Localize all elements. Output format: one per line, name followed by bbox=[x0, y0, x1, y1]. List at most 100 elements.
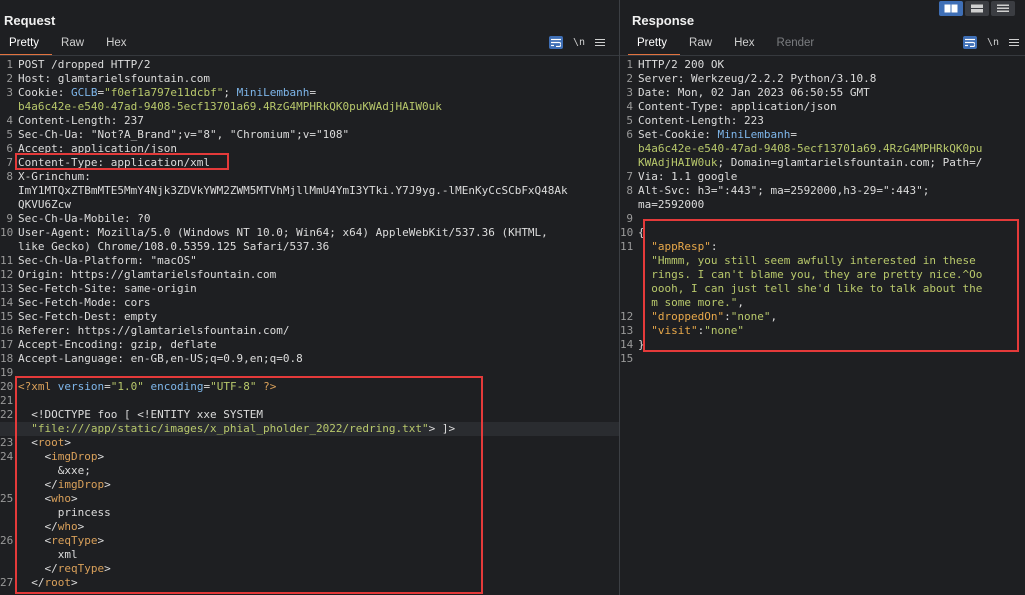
line-text: Origin: https://glamtarielsfountain.com bbox=[18, 268, 619, 282]
line-number bbox=[620, 142, 638, 156]
line-number bbox=[0, 184, 18, 198]
tab-pretty[interactable]: Pretty bbox=[0, 34, 53, 56]
token: Set-Cookie: bbox=[638, 128, 718, 141]
code-line: 5 Content-Length: 223 bbox=[620, 114, 1025, 128]
code-line: 13 Sec-Fetch-Site: same-origin bbox=[0, 282, 619, 296]
code-line: 3 Date: Mon, 02 Jan 2023 06:50:55 GMT bbox=[620, 86, 1025, 100]
line-text: QKVU6Zcw bbox=[18, 198, 619, 212]
token: Alt-Svc: h3=":443"; ma=2592000,h3-29=":4… bbox=[638, 184, 930, 197]
line-text: HTTP/2 200 OK bbox=[638, 58, 1025, 72]
word-wrap-icon[interactable] bbox=[962, 36, 977, 49]
token: = bbox=[309, 86, 317, 99]
line-text: Referer: https://glamtarielsfountain.com… bbox=[18, 324, 619, 338]
hamburger-menu-icon[interactable] bbox=[595, 37, 605, 48]
token: Content-Type: application/json bbox=[638, 100, 837, 113]
tab-pretty[interactable]: Pretty bbox=[628, 34, 681, 56]
token: Accept-Language: en-GB,en-US;q=0.9,en;q=… bbox=[18, 352, 303, 365]
token: POST /dropped HTTP/2 bbox=[18, 58, 151, 71]
code-line: 15 bbox=[620, 352, 1025, 366]
token: ; bbox=[223, 86, 237, 99]
request-title: Request bbox=[4, 13, 56, 28]
token: Sec-Fetch-Site: same-origin bbox=[18, 282, 197, 295]
token: User-Agent: Mozilla/5.0 (Windows NT 10.0… bbox=[18, 226, 548, 239]
code-line: 4 Content-Type: application/json bbox=[620, 100, 1025, 114]
token: = bbox=[790, 128, 797, 141]
code-line: 12 Origin: https://glamtarielsfountain.co… bbox=[0, 268, 619, 282]
token: b4a6c42e-e540-47ad-9408-5ecf13701a69.4Rz… bbox=[18, 100, 442, 113]
line-text: KWAdjHAIW0uk; Domain=glamtarielsfountain… bbox=[638, 156, 1025, 170]
line-number: 2 bbox=[6, 72, 13, 85]
xml-body-highlight bbox=[15, 376, 483, 594]
newline-toggle[interactable]: \n bbox=[573, 37, 585, 48]
line-number: 5 bbox=[626, 114, 633, 127]
line-number: 15 bbox=[0, 310, 14, 323]
tab-render[interactable]: Render bbox=[768, 34, 828, 55]
code-line: 8 Alt-Svc: h3=":443"; ma=2592000,h3-29=":… bbox=[620, 184, 1025, 198]
line-text: Sec-Fetch-Mode: cors bbox=[18, 296, 619, 310]
line-text: Alt-Svc: h3=":443"; ma=2592000,h3-29=":4… bbox=[638, 184, 1025, 198]
line-number bbox=[0, 198, 18, 212]
line-text: POST /dropped HTTP/2 bbox=[18, 58, 619, 72]
line-number: 13 bbox=[620, 324, 634, 337]
json-body-highlight bbox=[643, 219, 1019, 352]
token: Host: glamtarielsfountain.com bbox=[18, 72, 211, 85]
line-text: Accept-Encoding: gzip, deflate bbox=[18, 338, 619, 352]
code-line: 4 Content-Length: 237 bbox=[0, 114, 619, 128]
line-number bbox=[620, 156, 638, 170]
code-line: 7 Via: 1.1 google bbox=[620, 170, 1025, 184]
line-number: 3 bbox=[626, 86, 633, 99]
tab-hex[interactable]: Hex bbox=[725, 34, 767, 55]
response-toolbar: \n bbox=[962, 36, 1019, 49]
line-text: User-Agent: Mozilla/5.0 (Windows NT 10.0… bbox=[18, 226, 619, 240]
line-number: 11 bbox=[0, 254, 14, 267]
line-text: Sec-Ch-Ua-Mobile: ?0 bbox=[18, 212, 619, 226]
code-line: 3 Cookie: GCLB = "f0ef1a797e11dcbf"; MiniLe… bbox=[0, 86, 619, 100]
code-line: 14 Sec-Fetch-Mode: cors bbox=[0, 296, 619, 310]
line-number: 13 bbox=[0, 282, 14, 295]
line-number: 15 bbox=[620, 352, 634, 365]
token: MiniLembanh bbox=[236, 86, 310, 99]
code-line: QKVU6Zcw bbox=[0, 198, 619, 212]
tab-hex[interactable]: Hex bbox=[97, 34, 139, 55]
token: Cookie: bbox=[18, 86, 71, 99]
token: Sec-Ch-Ua-Platform: "macOS" bbox=[18, 254, 197, 267]
line-text: Content-Length: 237 bbox=[18, 114, 619, 128]
hamburger-menu-icon[interactable] bbox=[1009, 37, 1019, 48]
line-number: 17 bbox=[0, 338, 14, 351]
token: Date: Mon, 02 Jan 2023 06:50:55 GMT bbox=[638, 86, 870, 99]
response-title: Response bbox=[632, 13, 695, 28]
code-line: 10 User-Agent: Mozilla/5.0 (Windows NT 10… bbox=[0, 226, 619, 240]
line-number: 3 bbox=[6, 86, 13, 99]
tab-raw[interactable]: Raw bbox=[680, 34, 725, 55]
code-line: ImY1MTQxZTBmMTE5MmY4Njk3ZDVkYWM2ZWM5MTVh… bbox=[0, 184, 619, 198]
line-text: X-Grinchum: bbox=[18, 170, 619, 184]
line-text: ma=2592000 bbox=[638, 198, 1025, 212]
code-line: 9 Sec-Ch-Ua-Mobile: ?0 bbox=[0, 212, 619, 226]
line-number: 4 bbox=[6, 114, 13, 127]
token: QKVU6Zcw bbox=[18, 198, 71, 211]
line-text: Content-Length: 223 bbox=[638, 114, 1025, 128]
line-number bbox=[0, 240, 18, 254]
line-text: Server: Werkzeug/2.2.2 Python/3.10.8 bbox=[638, 72, 1025, 86]
line-number: 12 bbox=[620, 310, 634, 323]
line-text: Host: glamtarielsfountain.com bbox=[18, 72, 619, 86]
code-line: 16 Referer: https://glamtarielsfountain.c… bbox=[0, 324, 619, 338]
code-line: like Gecko) Chrome/108.0.5359.125 Safari… bbox=[0, 240, 619, 254]
line-number: 8 bbox=[6, 170, 13, 183]
line-text: Accept-Language: en-GB,en-US;q=0.9,en;q=… bbox=[18, 352, 619, 366]
line-number: 14 bbox=[620, 338, 634, 351]
token: like Gecko) Chrome/108.0.5359.125 Safari… bbox=[18, 240, 330, 253]
line-text: Sec-Ch-Ua: "Not?A_Brand";v="8", "Chromiu… bbox=[18, 128, 619, 142]
newline-toggle[interactable]: \n bbox=[987, 37, 999, 48]
response-pane: Response Pretty Raw Hex Render \n 1 HTTP/2 2… bbox=[620, 0, 1025, 595]
line-number bbox=[620, 254, 638, 268]
request-pane: Request Pretty Raw Hex \n 1 POST /dropped H… bbox=[0, 0, 619, 595]
response-tabs: Pretty Raw Hex Render bbox=[628, 34, 827, 56]
tab-raw[interactable]: Raw bbox=[52, 34, 97, 55]
word-wrap-icon[interactable] bbox=[548, 36, 563, 49]
line-number bbox=[620, 268, 638, 282]
token: "f0ef1a797e11dcbf" bbox=[104, 86, 224, 99]
line-text: Via: 1.1 google bbox=[638, 170, 1025, 184]
line-number: 7 bbox=[626, 170, 633, 183]
line-text: b4a6c42e-e540-47ad-9408-5ecf13701a69.4Rz… bbox=[18, 100, 619, 114]
